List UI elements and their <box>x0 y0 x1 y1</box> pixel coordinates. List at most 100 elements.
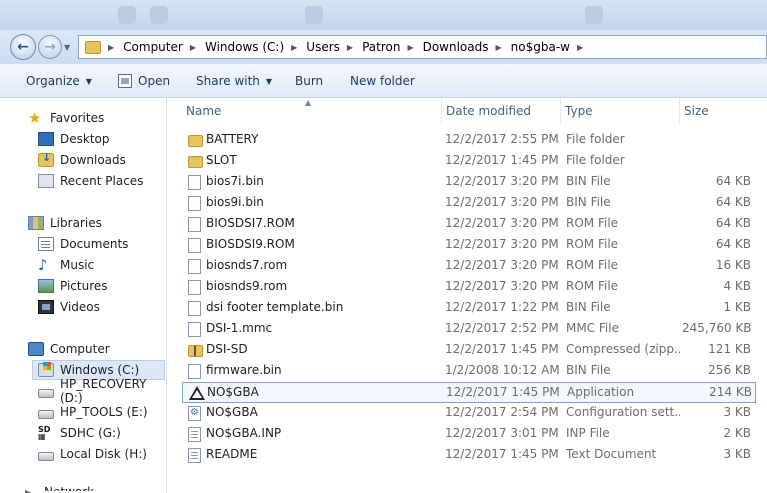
breadcrumb-computer[interactable]: Computer <box>123 40 183 54</box>
file-name: BIOSDSI9.ROM <box>206 237 295 251</box>
table-row[interactable]: BIOSDSI7.ROM 12/2/2017 3:20 PM ROM File 64 … <box>182 214 756 235</box>
blurred-icon <box>305 6 323 24</box>
file-date-modified: 12/2/2017 1:45 PM <box>446 385 560 399</box>
file-type: ROM File <box>566 258 619 272</box>
nav-pictures[interactable]: Pictures <box>38 276 108 296</box>
table-row[interactable]: NO$GBA 12/2/2017 1:45 PM Application 214 KB <box>182 382 756 403</box>
chevron-right-icon[interactable]: ▶ <box>496 43 502 52</box>
column-header-date-modified[interactable]: Date modified <box>442 98 561 124</box>
breadcrumb-downloads[interactable]: Downloads <box>423 40 489 54</box>
table-row[interactable]: biosnds7.rom 12/2/2017 3:20 PM ROM File 16 … <box>182 256 756 277</box>
table-row[interactable]: DSI-1.mmc 12/2/2017 2:52 PM MMC File 245,76… <box>182 319 756 340</box>
nav-label: Local Disk (H:) <box>60 447 147 461</box>
back-button[interactable]: ← <box>10 34 36 60</box>
blurred-icon <box>150 6 168 24</box>
chevron-right-icon[interactable]: ▶ <box>291 43 297 52</box>
chevron-down-icon: ▼ <box>265 76 273 86</box>
nav-videos[interactable]: Videos <box>38 297 100 317</box>
chevron-right-icon[interactable]: ▶ <box>407 43 413 52</box>
table-row[interactable]: DSI-SD 12/2/2017 1:45 PM Compressed (zipp.… <box>182 340 756 361</box>
nav-label: Windows (C:) <box>60 363 140 377</box>
file-date-modified: 12/2/2017 2:52 PM <box>445 321 559 335</box>
file-type: INP File <box>566 426 610 440</box>
chevron-right-icon[interactable]: ▶ <box>347 43 353 52</box>
nav-favorites[interactable]: ★ Favorites <box>28 108 104 128</box>
chevron-right-icon[interactable]: ▶ <box>108 43 114 52</box>
nav-recent-places[interactable]: Recent Places <box>38 171 143 191</box>
nav-music[interactable]: ♪ Music <box>38 255 94 275</box>
text-file-icon <box>188 448 201 463</box>
open-button[interactable]: Open <box>118 64 170 98</box>
file-size <box>682 130 751 149</box>
table-row[interactable]: BIOSDSI9.ROM 12/2/2017 3:20 PM ROM File 64 … <box>182 235 756 256</box>
chevron-right-icon[interactable]: ▶ <box>577 43 583 52</box>
breadcrumb-patron[interactable]: Patron <box>362 40 400 54</box>
desktop-icon <box>38 132 54 146</box>
nav-label: SDHC (G:) <box>60 426 121 440</box>
nav-desktop[interactable]: Desktop <box>38 129 110 149</box>
file-size: 64 KB <box>715 237 751 251</box>
nav-drive-local-disk-h[interactable]: Local Disk (H:) <box>38 444 147 464</box>
organize-label: Organize <box>26 74 80 88</box>
table-row[interactable]: firmware.bin 1/2/2008 10:12 AM BIN File 256… <box>182 361 756 382</box>
forward-button[interactable]: → <box>38 35 62 59</box>
nav-documents[interactable]: Documents <box>38 234 128 254</box>
table-row[interactable]: README 12/2/2017 1:45 PM Text Document 3 KB <box>182 445 756 466</box>
share-with-button[interactable]: Share with ▼ <box>196 64 272 98</box>
command-bar: Organize ▼ Open Share with ▼ Burn New fo… <box>0 64 767 98</box>
table-row[interactable]: dsi footer template.bin 12/2/2017 1:22 PM… <box>182 298 756 319</box>
table-row[interactable]: biosnds9.rom 12/2/2017 3:20 PM ROM File 4 K… <box>182 277 756 298</box>
table-row[interactable]: NO$GBA.INP 12/2/2017 3:01 PM INP File 2 KB <box>182 424 756 445</box>
folder-icon <box>188 135 203 147</box>
address-bar[interactable]: ▶ Computer ▶ Windows (C:) ▶ Users ▶ Patr… <box>78 35 767 59</box>
nav-network[interactable]: Network <box>44 485 94 491</box>
table-row[interactable]: bios7i.bin 12/2/2017 3:20 PM BIN File 64 KB <box>182 172 756 193</box>
nav-computer[interactable]: Computer <box>28 339 110 359</box>
file-size: 4 KB <box>723 279 751 293</box>
zip-folder-icon <box>188 345 203 357</box>
column-header-name[interactable]: Name <box>182 98 442 124</box>
table-row[interactable]: SLOT 12/2/2017 1:45 PM File folder <box>182 151 756 172</box>
file-icon <box>188 175 201 190</box>
nav-drive-sdhc[interactable]: SD ▦ SDHC (G:) <box>38 423 121 443</box>
breadcrumb-users[interactable]: Users <box>306 40 340 54</box>
chevron-right-icon[interactable]: ▶ <box>190 43 196 52</box>
table-row[interactable]: BATTERY 12/2/2017 2:55 PM File folder <box>182 130 756 151</box>
nav-drive-hp-recovery[interactable]: HP_RECOVERY (D:) <box>38 377 166 405</box>
burn-button[interactable]: Burn <box>295 64 323 98</box>
nav-downloads[interactable]: Downloads <box>38 150 126 170</box>
file-name: dsi footer template.bin <box>206 300 344 314</box>
windows-drive-icon <box>38 362 54 377</box>
file-icon <box>188 217 201 232</box>
breadcrumb-nogba-w[interactable]: no$gba-w <box>511 40 570 54</box>
table-row[interactable]: NO$GBA 12/2/2017 2:54 PM Configuration set… <box>182 403 756 424</box>
navigation-pane[interactable]: ★ Favorites Desktop Downloads Recent Pla… <box>0 98 167 493</box>
column-header-size[interactable]: Size <box>680 98 767 124</box>
blurred-icon <box>118 6 136 24</box>
nav-libraries[interactable]: Libraries <box>28 213 102 233</box>
nav-label: HP_TOOLS (E:) <box>60 405 148 419</box>
column-header-type[interactable]: Type <box>561 98 680 124</box>
nav-label: Desktop <box>60 132 110 146</box>
file-list-pane[interactable]: ▲ Name Date modified Type Size BATTERY 12… <box>167 98 767 493</box>
file-name: BIOSDSI7.ROM <box>206 216 295 230</box>
nav-label: Music <box>60 258 95 272</box>
new-folder-button[interactable]: New folder <box>350 64 415 98</box>
nav-drive-hp-tools[interactable]: HP_TOOLS (E:) <box>38 402 148 422</box>
nav-label: HP_RECOVERY (D:) <box>60 377 147 405</box>
breadcrumb-windows-c[interactable]: Windows (C:) <box>205 40 284 54</box>
nav-label: Downloads <box>60 153 126 167</box>
folder-icon <box>85 40 101 54</box>
file-icon <box>188 301 201 316</box>
file-date-modified: 12/2/2017 1:45 PM <box>445 447 559 461</box>
file-date-modified: 12/2/2017 1:45 PM <box>445 153 559 167</box>
file-name: bios7i.bin <box>206 174 264 188</box>
file-type: File folder <box>566 153 625 167</box>
file-size: 64 KB <box>715 174 751 188</box>
table-row[interactable]: bios9i.bin 12/2/2017 3:20 PM BIN File 64 KB <box>182 193 756 214</box>
recent-pages-dropdown[interactable]: ▼ <box>64 43 70 52</box>
organize-button[interactable]: Organize ▼ <box>26 64 92 98</box>
file-type: Text Document <box>566 447 657 461</box>
expand-arrow-icon[interactable]: ▶ <box>25 488 31 493</box>
file-icon <box>188 280 201 295</box>
